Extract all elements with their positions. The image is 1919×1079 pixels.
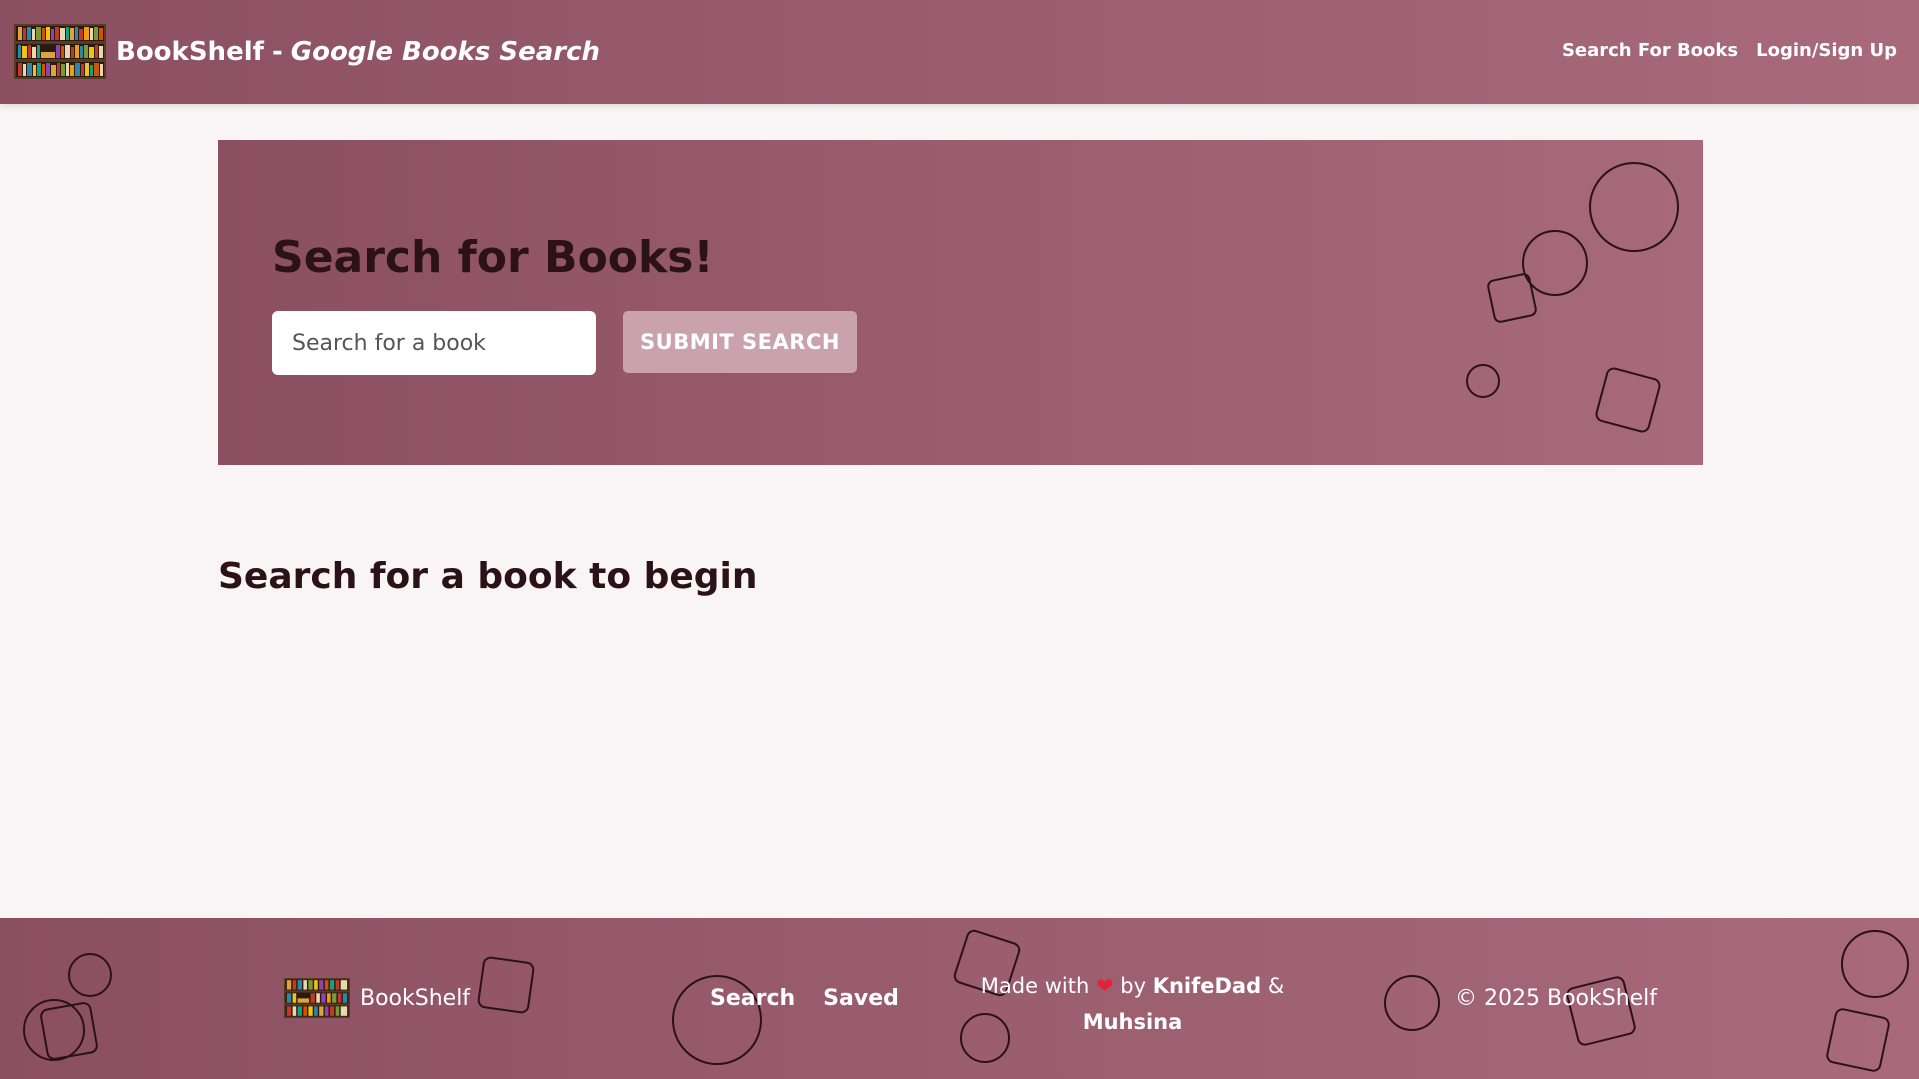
deco-circle-icon [1841, 930, 1909, 998]
brand-link[interactable]: BookShelf - Google Books Search [14, 24, 600, 79]
heart-icon: ❤ [1095, 974, 1114, 998]
credit-made-with: Made with [980, 974, 1090, 998]
footer: BookShelf Search Saved Made with ❤ by Kn… [0, 918, 1919, 1079]
deco-square-icon [1826, 1008, 1890, 1072]
brand-name: BookShelf [116, 36, 264, 67]
deco-circle-icon [1589, 162, 1679, 252]
credit-amp: & [1267, 974, 1285, 998]
brand-title: BookShelf - Google Books Search [116, 37, 600, 67]
deco-circle-icon [1522, 230, 1588, 296]
deco-square-icon [40, 1002, 98, 1060]
footer-nav-saved[interactable]: Saved [823, 986, 899, 1011]
footer-brand-link[interactable]: BookShelf [284, 978, 470, 1018]
footer-nav-search[interactable]: Search [710, 986, 795, 1011]
submit-search-button[interactable]: SUBMIT SEARCH [623, 311, 857, 373]
deco-square-icon [1487, 273, 1537, 323]
brand-subtitle: Google Books Search [290, 36, 601, 67]
search-hero: Search for Books! SUBMIT SEARCH [218, 140, 1703, 465]
deco-circle-icon [1384, 975, 1440, 1031]
footer-credit: Made with ❤ by KnifeDad & Muhsina [960, 968, 1305, 1040]
hero-title: Search for Books! [272, 232, 714, 283]
nav-links: Search For Books Login/Sign Up [1562, 40, 1897, 61]
nav-login-signup[interactable]: Login/Sign Up [1756, 40, 1897, 61]
credit-author-muhsina: Muhsina [1082, 1010, 1183, 1034]
footer-copyright: © 2025 BookShelf [1455, 986, 1658, 1011]
deco-square-icon [477, 956, 535, 1014]
bookshelf-logo-icon [14, 24, 106, 79]
footer-brand-name: BookShelf [360, 985, 471, 1011]
navbar: BookShelf - Google Books Search Search For… [0, 0, 1919, 104]
bookshelf-logo-icon [284, 978, 350, 1018]
brand-separator: - [271, 36, 283, 67]
credit-by: by [1120, 974, 1146, 998]
results-heading: Search for a book to begin [218, 556, 758, 597]
credit-author-knifedad: KnifeDad [1152, 974, 1262, 998]
deco-circle-icon [68, 953, 112, 997]
nav-search-for-books[interactable]: Search For Books [1562, 40, 1738, 61]
hero-decoration [1466, 162, 1679, 433]
deco-square-icon [1595, 367, 1661, 433]
deco-circle-icon [1466, 364, 1500, 398]
search-input[interactable] [272, 311, 596, 375]
footer-nav: Search Saved [710, 986, 899, 1011]
